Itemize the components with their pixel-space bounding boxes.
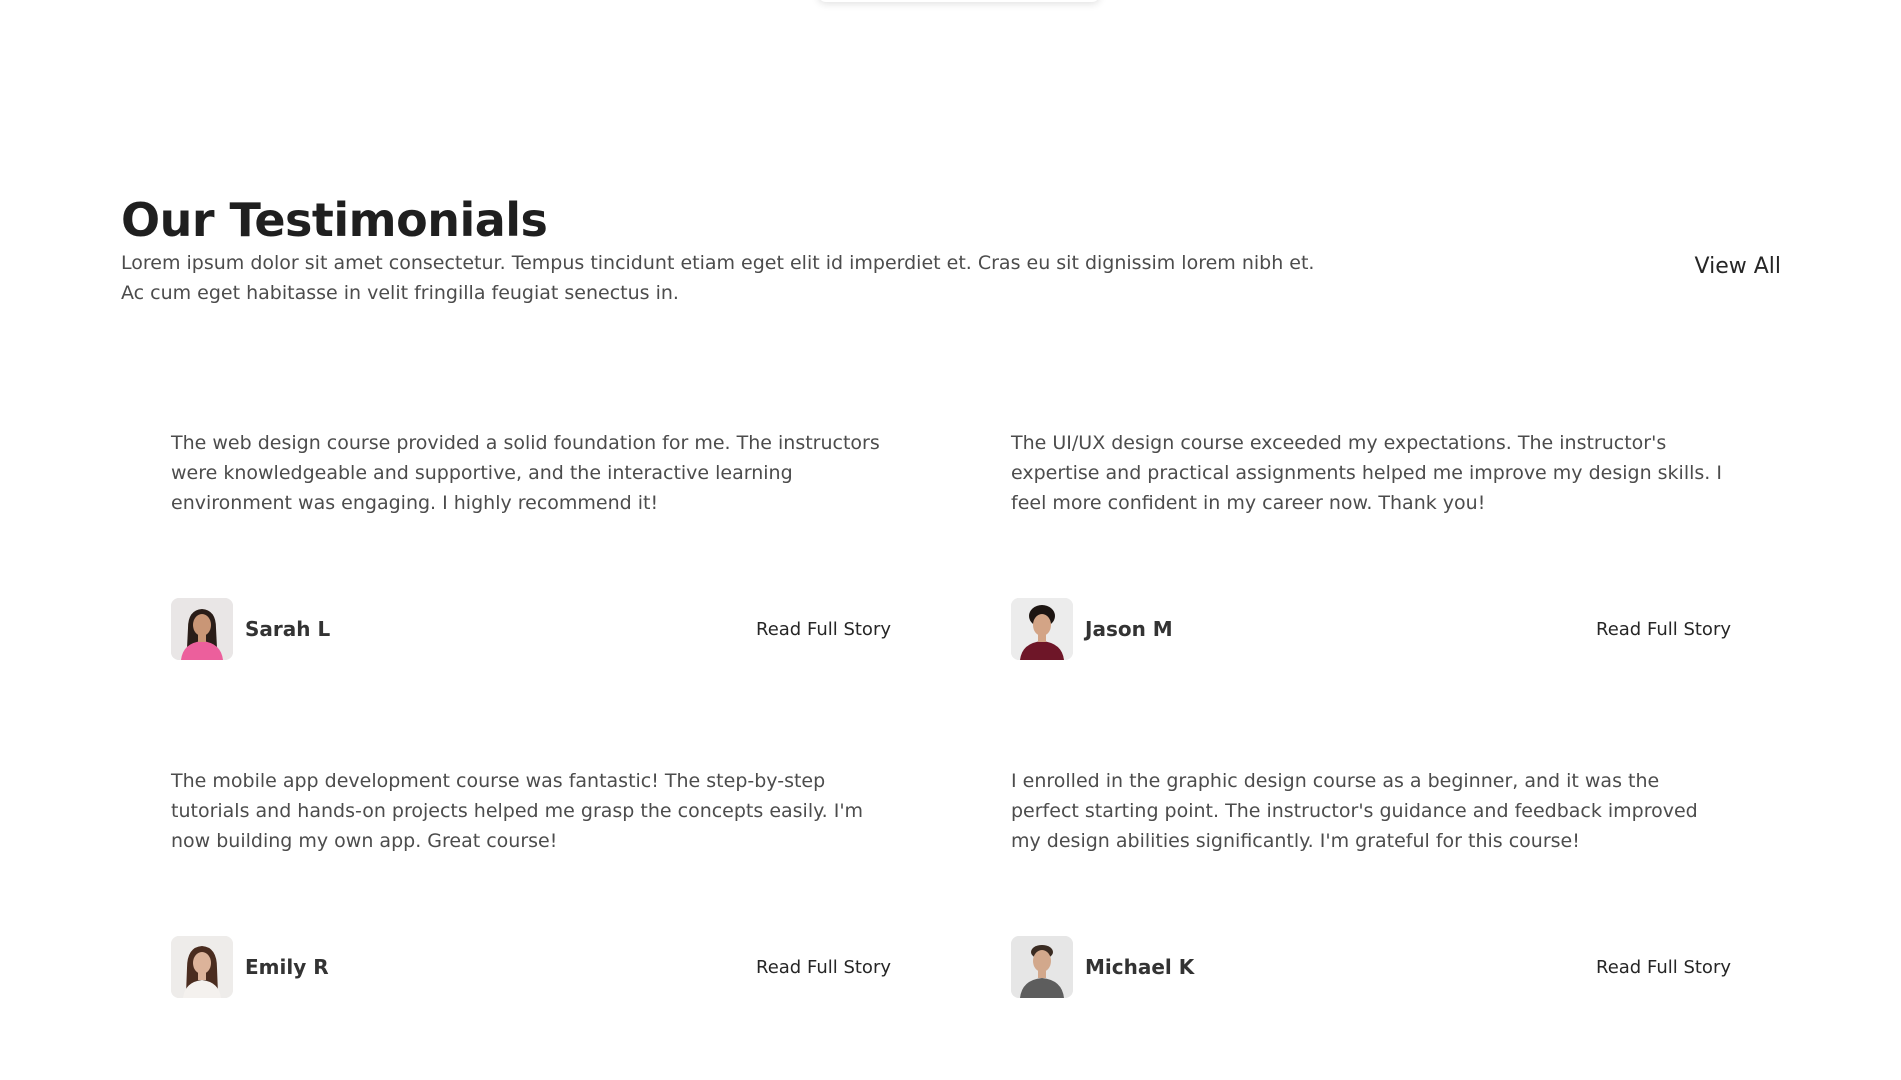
author-name: Emily R — [245, 955, 329, 979]
testimonial-card: The web design course provided a solid f… — [121, 372, 941, 690]
testimonial-author: Michael K — [1011, 936, 1194, 998]
top-floating-pill — [818, 0, 1100, 2]
testimonials-grid: The web design course provided a solid f… — [121, 372, 1781, 1028]
testimonials-header: Our Testimonials Lorem ipsum dolor sit a… — [121, 192, 1781, 308]
testimonial-text: I enrolled in the graphic design course … — [1011, 770, 1698, 852]
testimonial-footer: Jason M Read Full Story — [1011, 597, 1731, 661]
testimonial-author: Emily R — [171, 936, 329, 998]
section-title: Our Testimonials — [121, 193, 548, 247]
testimonial-footer: Michael K Read Full Story — [1011, 935, 1731, 999]
testimonial-author: Sarah L — [171, 598, 330, 660]
testimonial-footer: Sarah L Read Full Story — [171, 597, 891, 661]
testimonials-page: Our Testimonials Lorem ipsum dolor sit a… — [0, 0, 1901, 1080]
view-all-button[interactable]: View All — [1695, 254, 1781, 279]
testimonial-card: The UI/UX design course exceeded my expe… — [961, 372, 1781, 690]
author-name: Sarah L — [245, 617, 331, 641]
author-name: Michael K — [1085, 955, 1195, 979]
testimonial-card: I enrolled in the graphic design course … — [961, 710, 1781, 1028]
read-full-story-link[interactable]: Read Full Story — [1596, 957, 1731, 978]
read-full-story-link[interactable]: Read Full Story — [756, 619, 891, 640]
testimonial-card: The mobile app development course was fa… — [121, 710, 941, 1028]
author-name: Jason M — [1085, 617, 1173, 641]
avatar — [1011, 936, 1073, 998]
testimonial-author: Jason M — [1011, 598, 1173, 660]
section-description: Lorem ipsum dolor sit amet consectetur. … — [121, 248, 1361, 308]
read-full-story-link[interactable]: Read Full Story — [1596, 619, 1731, 640]
avatar — [171, 936, 233, 998]
testimonial-text: The mobile app development course was fa… — [171, 770, 864, 852]
read-full-story-link[interactable]: Read Full Story — [756, 957, 891, 978]
testimonial-text: The web design course provided a solid f… — [171, 432, 880, 514]
testimonial-footer: Emily R Read Full Story — [171, 935, 891, 999]
testimonial-text: The UI/UX design course exceeded my expe… — [1011, 432, 1722, 514]
section-description-line-2: Ac cum eget habitasse in velit fringilla… — [121, 282, 679, 304]
section-description-line-1: Lorem ipsum dolor sit amet consectetur. … — [121, 252, 1315, 274]
avatar — [1011, 598, 1073, 660]
avatar — [171, 598, 233, 660]
